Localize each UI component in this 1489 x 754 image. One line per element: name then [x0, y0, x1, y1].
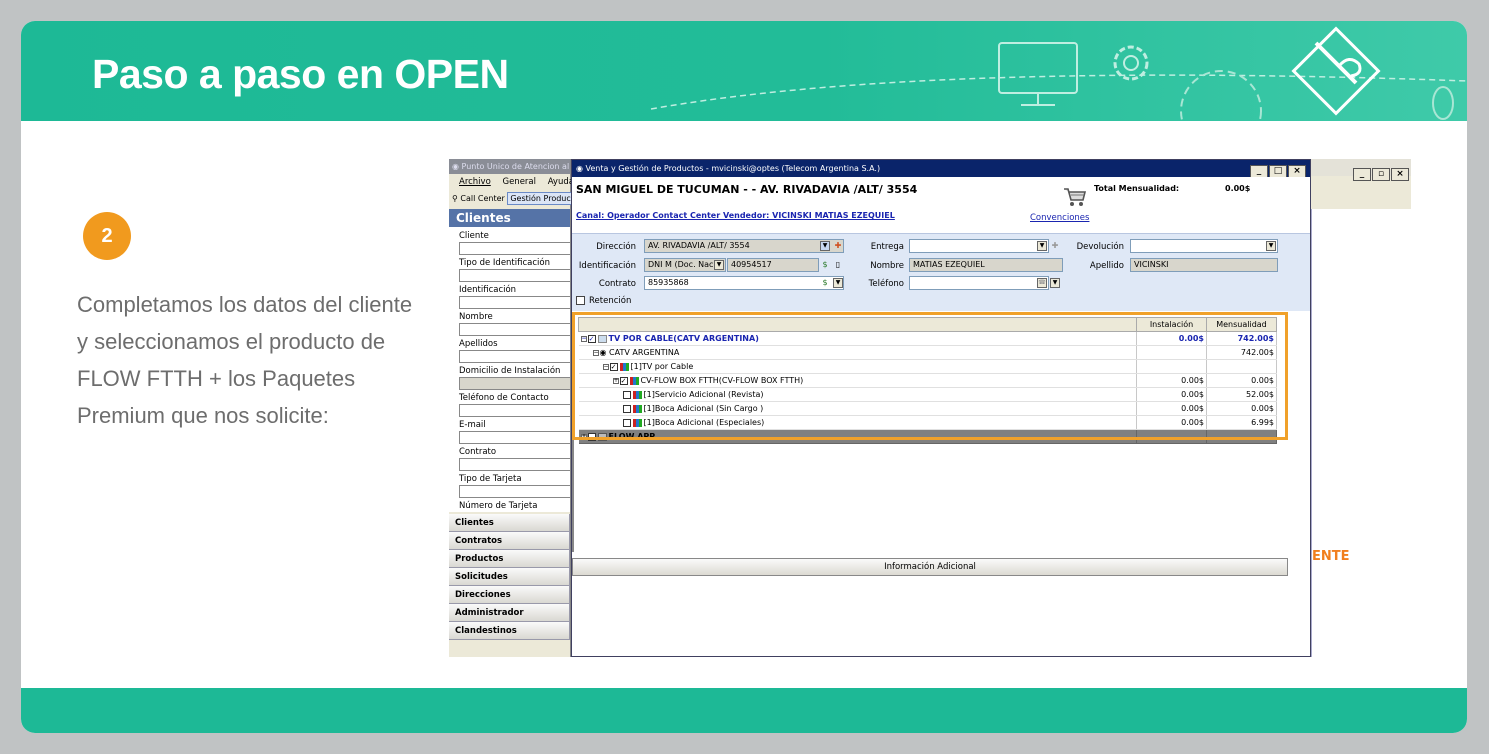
- globe-icon: ◉: [452, 162, 459, 171]
- apellidos-input[interactable]: [459, 350, 570, 363]
- total-mensualidad-label: Total Mensualidad:: [1094, 184, 1180, 193]
- address-header: SAN MIGUEL DE TUCUMAN - - AV. RIVADAVIA …: [576, 183, 918, 196]
- phone-icon[interactable]: ☎: [1037, 278, 1047, 288]
- menu-archivo[interactable]: Archivo: [459, 177, 491, 187]
- gestion-producto-tab[interactable]: Gestión Produc: [507, 192, 574, 205]
- slide-title: Paso a paso en OPEN: [92, 51, 509, 97]
- field-label-identificacion: Identificación: [459, 285, 517, 295]
- field-label-numero-tarjeta: Número de Tarjeta: [459, 501, 538, 511]
- retencion-label: Retención: [589, 296, 632, 306]
- slide-footer: [21, 688, 1467, 733]
- map-icon[interactable]: ✚: [1050, 241, 1060, 251]
- nav-contratos[interactable]: Contratos: [449, 532, 570, 550]
- slide-header: Paso a paso en OPEN: [21, 21, 1467, 121]
- step-number-badge: 2: [83, 212, 131, 260]
- contrato-label: Contrato: [598, 279, 636, 289]
- devolucion-label: Devolución: [1076, 242, 1124, 252]
- email-input[interactable]: [459, 431, 570, 444]
- nombre-field[interactable]: MATIAS EZEQUIEL: [909, 258, 1063, 272]
- chevron-down-icon[interactable]: ▼: [1037, 241, 1047, 251]
- money-icon[interactable]: $: [820, 260, 830, 270]
- nombre-label: Nombre: [870, 261, 904, 271]
- back-window-right: _ ▫ × ENTE: [1311, 159, 1411, 657]
- tipo-tarjeta-input[interactable]: [459, 485, 570, 498]
- total-mensualidad-value: 0.00$: [1225, 184, 1251, 193]
- entrega-select[interactable]: [909, 239, 1049, 253]
- main-window-title: Venta y Gestión de Productos - mvicinski…: [585, 164, 881, 173]
- app-screenshot: ◉ Punto Unico de Atencion al Archivo Gen…: [449, 159, 1411, 657]
- nav-solicitudes[interactable]: Solicitudes: [449, 568, 570, 586]
- field-label-telefono: Teléfono de Contacto: [459, 393, 549, 403]
- call-center-tab[interactable]: ⚲ Call Center: [452, 194, 505, 203]
- pencil-diamond-icon: [1291, 26, 1381, 116]
- field-label-cliente: Cliente: [459, 231, 489, 241]
- direccion-field[interactable]: AV. RIVADAVIA /ALT/ 3554: [644, 239, 844, 253]
- right-pane: ENTE: [1311, 209, 1411, 657]
- apellido-label: Apellido: [1089, 261, 1124, 271]
- informacion-adicional-button[interactable]: Información Adicional: [572, 558, 1288, 576]
- highlight-box: [572, 312, 1288, 440]
- right-window-controls: _ ▫ ×: [1311, 159, 1411, 181]
- convenciones-link[interactable]: Convenciones: [1030, 213, 1089, 223]
- client-search-fields: Cliente Tipo de Identificación Identific…: [449, 227, 570, 512]
- retencion-checkbox[interactable]: [576, 296, 585, 305]
- nav-productos[interactable]: Productos: [449, 550, 570, 568]
- entrega-label: Entrega: [870, 242, 904, 252]
- minimize-icon[interactable]: _: [1353, 168, 1371, 181]
- partial-label: ENTE: [1312, 549, 1350, 564]
- close-icon[interactable]: ×: [1391, 168, 1409, 181]
- shopping-cart-icon[interactable]: [1062, 185, 1088, 207]
- chevron-down-icon[interactable]: ▼: [714, 260, 724, 270]
- field-label-nombre: Nombre: [459, 312, 493, 322]
- nav-clientes[interactable]: Clientes: [449, 514, 570, 532]
- field-label-tipo-identificacion: Tipo de Identificación: [459, 258, 550, 268]
- nav-administrador[interactable]: Administrador: [449, 604, 570, 622]
- canal-link[interactable]: Canal: Operador Contact Center Vendedor:…: [576, 211, 895, 220]
- back-window: ◉ Punto Unico de Atencion al Archivo Gen…: [449, 159, 574, 657]
- clientes-section-title: Clientes: [449, 209, 570, 227]
- telefono-contacto-input[interactable]: [459, 404, 570, 417]
- nav-clandestinos[interactable]: Clandestinos: [449, 622, 570, 640]
- identificacion-label: Identificación: [578, 261, 636, 271]
- telefono-label: Teléfono: [868, 279, 904, 289]
- back-window-titlebar: ◉ Punto Unico de Atencion al: [449, 159, 570, 174]
- back-toolbar: ⚲ Call Center Gestión Produc: [449, 190, 574, 207]
- telefono-field[interactable]: [909, 276, 1049, 290]
- menu-ayuda[interactable]: Ayuda: [548, 177, 574, 187]
- money-icon[interactable]: $: [820, 278, 830, 288]
- slide: Paso a paso en OPEN 2 Completamos los da…: [21, 21, 1467, 733]
- nav-direcciones[interactable]: Direcciones: [449, 586, 570, 604]
- id-number-field[interactable]: 40954517: [727, 258, 819, 272]
- field-label-email: E-mail: [459, 420, 486, 430]
- cliente-input[interactable]: [459, 242, 570, 255]
- nombre-input[interactable]: [459, 323, 570, 336]
- contrato-field[interactable]: 85935868: [644, 276, 844, 290]
- globe-icon: ◉: [576, 164, 583, 173]
- restore-icon[interactable]: ▫: [1372, 168, 1390, 181]
- step-description: Completamos los datos del cliente y sele…: [77, 292, 413, 428]
- apellido-field[interactable]: VICINSKI: [1130, 258, 1278, 272]
- chevron-down-icon[interactable]: ▼: [1266, 241, 1276, 251]
- venta-gestion-window: ◉ Venta y Gestión de Productos - mvicins…: [571, 159, 1311, 657]
- tipo-identificacion-input[interactable]: [459, 269, 570, 282]
- main-window-titlebar: ◉ Venta y Gestión de Productos - mvicins…: [572, 160, 1310, 178]
- menu-general[interactable]: General: [502, 177, 536, 187]
- domicilio-input[interactable]: [459, 377, 570, 390]
- devolucion-select[interactable]: [1130, 239, 1278, 253]
- identificacion-input[interactable]: [459, 296, 570, 309]
- field-label-apellidos: Apellidos: [459, 339, 498, 349]
- direccion-label: Dirección: [596, 242, 636, 252]
- back-nav-list: Clientes Contratos Productos Solicitudes…: [449, 514, 570, 640]
- chevron-down-icon[interactable]: ▼: [1050, 278, 1060, 288]
- field-label-tipo-tarjeta: Tipo de Tarjeta: [459, 474, 522, 484]
- field-label-domicilio: Domicilio de Instalación: [459, 366, 561, 376]
- contrato-search-input[interactable]: [459, 458, 570, 471]
- main-header: SAN MIGUEL DE TUCUMAN - - AV. RIVADAVIA …: [572, 177, 1310, 233]
- back-menu-bar: Archivo General Ayuda: [449, 174, 574, 190]
- chevron-down-icon[interactable]: ▼: [820, 241, 830, 251]
- client-form: Dirección AV. RIVADAVIA /ALT/ 3554 ▼ ✚ I…: [572, 233, 1310, 311]
- decorative-tech-icons: [650, 26, 1467, 121]
- field-label-contrato: Contrato: [459, 447, 497, 457]
